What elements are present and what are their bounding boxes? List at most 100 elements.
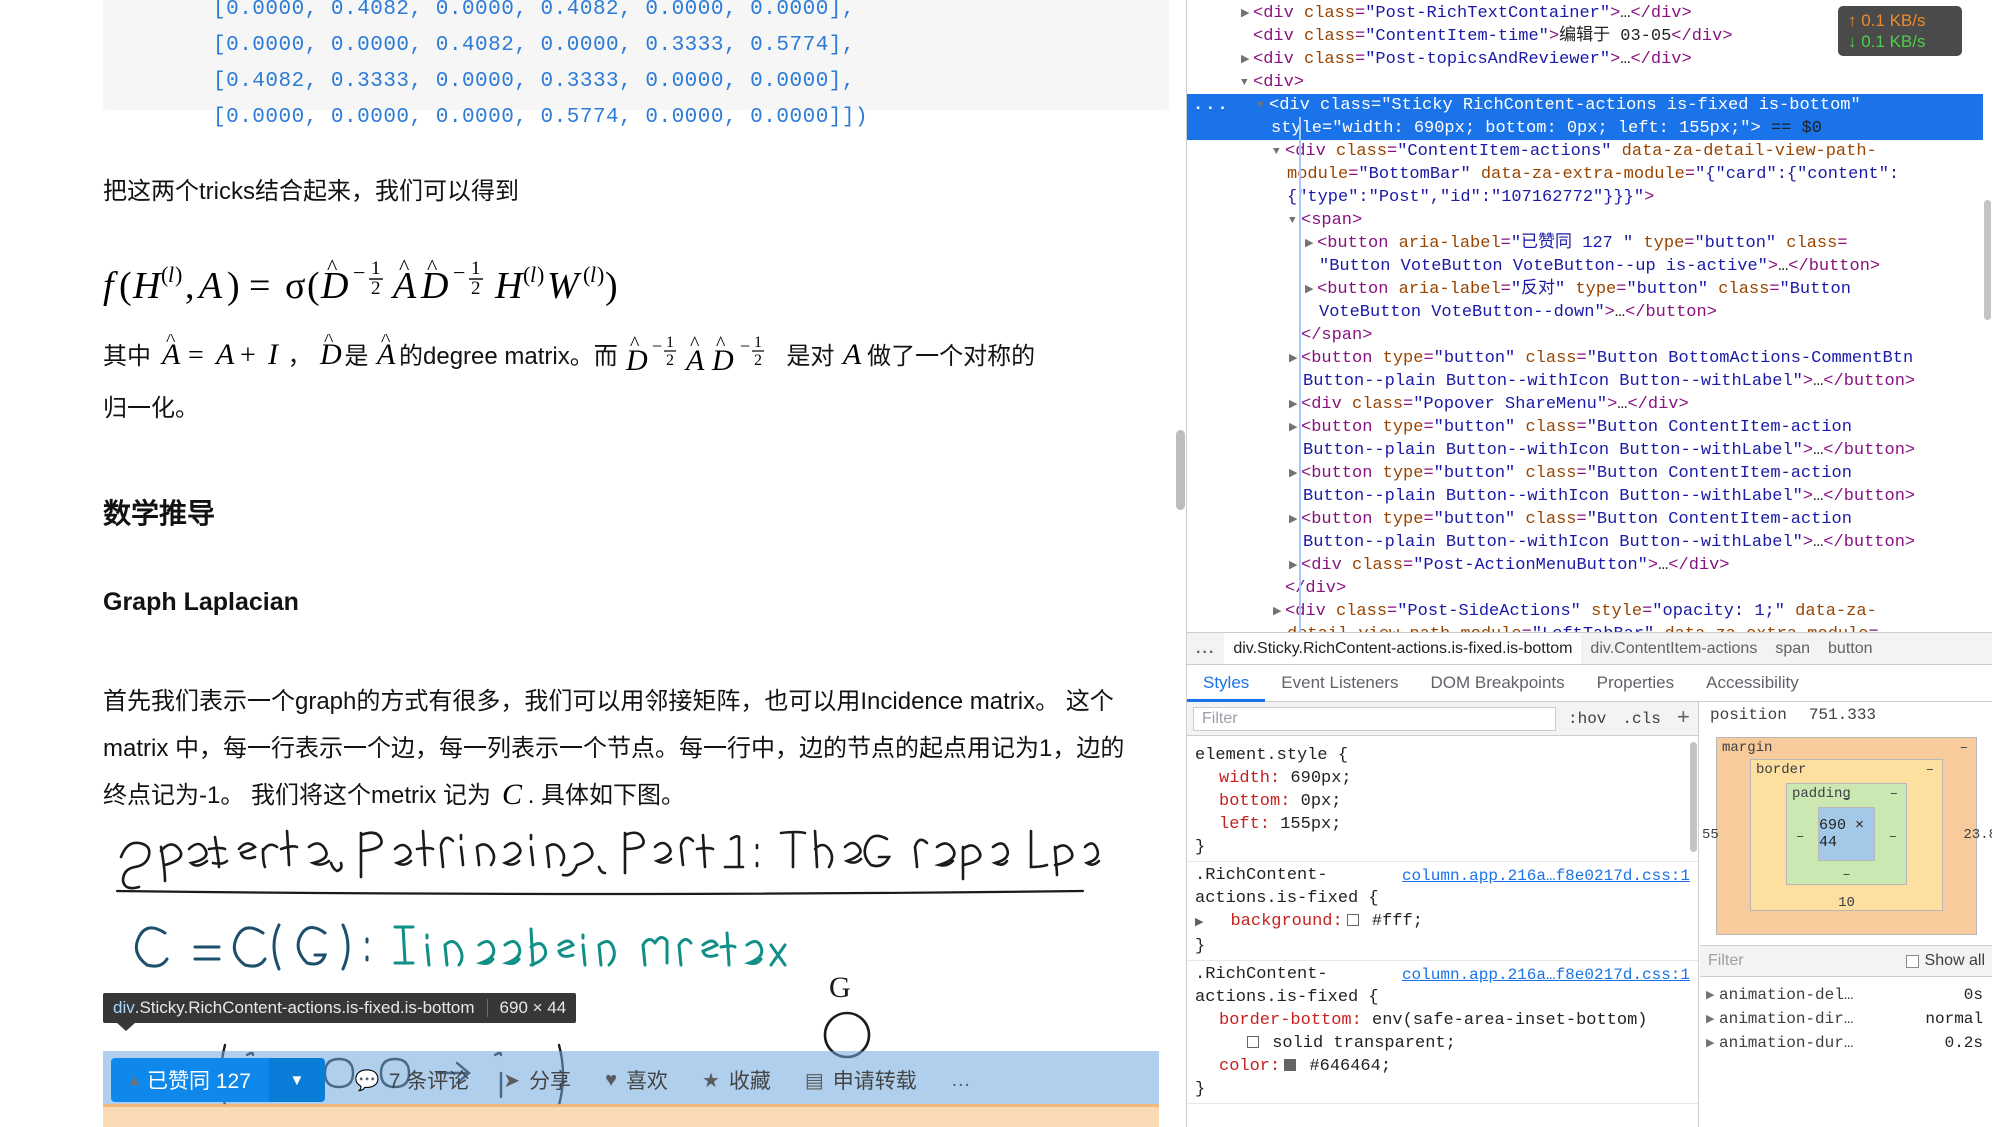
- disclosure-triangle-icon[interactable]: [1241, 3, 1253, 26]
- breadcrumb-overflow-icon[interactable]: ...: [1187, 633, 1224, 664]
- dom-node-line[interactable]: Button--plain Button--withIcon Button--w…: [1187, 370, 1992, 393]
- style-property-value[interactable]: 0px;: [1290, 792, 1342, 811]
- disclosure-triangle-icon[interactable]: ▶: [1706, 1012, 1719, 1026]
- tab-dom-breakpoints[interactable]: DOM Breakpoints: [1414, 665, 1580, 702]
- dom-node-line[interactable]: module="BottomBar" data-za-extra-module=…: [1187, 163, 1992, 186]
- breadcrumb-item[interactable]: button: [1819, 633, 1881, 664]
- dom-scrollbar-track[interactable]: [1983, 0, 1992, 632]
- dom-node-line[interactable]: <div class="Post-SideActions" style="opa…: [1187, 600, 1992, 623]
- style-property-name[interactable]: width:: [1195, 767, 1280, 790]
- style-declaration[interactable]: width: 690px;: [1195, 767, 1698, 790]
- dom-node-line[interactable]: <button type="button" class="Button Cont…: [1187, 462, 1992, 485]
- dom-node-line[interactable]: Button--plain Button--withIcon Button--w…: [1187, 485, 1992, 508]
- dom-node-line[interactable]: <div class="Popover ShareMenu">…</div>: [1187, 393, 1992, 416]
- tab-accessibility[interactable]: Accessibility: [1690, 665, 1815, 702]
- hov-toggle[interactable]: :hov: [1560, 710, 1614, 728]
- upvote-button[interactable]: ▲ 已赞同 127: [111, 1058, 269, 1102]
- color-swatch-icon[interactable]: [1284, 1059, 1297, 1071]
- computed-properties-list[interactable]: ▶ animation-del… 0s ▶ animation-dir… normal ▶ a…: [1700, 977, 1992, 1127]
- dom-node-line[interactable]: {"type":"Post","id":"107162772"}}}">: [1187, 186, 1992, 209]
- style-property-name[interactable]: color:: [1195, 1055, 1280, 1078]
- style-rule-selector[interactable]: element.style {: [1195, 744, 1698, 767]
- breadcrumb-item[interactable]: span: [1766, 633, 1819, 664]
- style-property-value[interactable]: #fff;: [1362, 912, 1423, 931]
- dom-node-line[interactable]: ... <div class="Sticky RichContent-action…: [1187, 94, 1992, 117]
- tab-event-listeners[interactable]: Event Listeners: [1265, 665, 1414, 702]
- style-declaration[interactable]: border-bottom: env(safe-area-inset-botto…: [1195, 1009, 1698, 1032]
- dom-node-line[interactable]: detail-view-path-module="LeftTabBar" dat…: [1187, 623, 1992, 632]
- tab-styles[interactable]: Styles: [1187, 665, 1265, 702]
- disclosure-triangle-icon[interactable]: ▶: [1706, 1036, 1719, 1050]
- show-all-toggle[interactable]: Show all: [1905, 952, 1992, 970]
- style-declaration[interactable]: ▶ background: #fff;: [1195, 910, 1698, 935]
- repost-button[interactable]: ▤ 申请转载: [805, 1065, 917, 1095]
- new-style-rule-button[interactable]: +: [1669, 706, 1698, 731]
- style-property-name[interactable]: left:: [1195, 813, 1270, 836]
- share-button[interactable]: ➤ 分享: [503, 1065, 571, 1095]
- style-property-value[interactable]: solid transparent;: [1262, 1034, 1456, 1053]
- styles-scrollbar-thumb[interactable]: [1690, 742, 1697, 852]
- disclosure-triangle-icon[interactable]: [1273, 601, 1285, 624]
- disclosure-triangle-icon[interactable]: ▶: [1706, 988, 1719, 1002]
- color-swatch-icon[interactable]: [1346, 914, 1359, 926]
- style-property-name[interactable]: bottom:: [1195, 790, 1290, 813]
- dom-node-line[interactable]: <div class="Post-ActionMenuButton">…</di…: [1187, 554, 1992, 577]
- disclosure-triangle-icon[interactable]: [1305, 233, 1317, 256]
- dom-node-line[interactable]: <div>: [1187, 71, 1992, 94]
- dom-tree[interactable]: <div class="Post-RichTextContainer">…</d…: [1187, 0, 1992, 632]
- page-scrollbar-track[interactable]: [1174, 0, 1186, 1127]
- dom-node-line[interactable]: <span>: [1187, 209, 1992, 232]
- computed-property-row[interactable]: ▶ animation-dir… normal: [1700, 1007, 1992, 1031]
- box-model-diagram[interactable]: margin – border – padding – 690 × 44 – –…: [1702, 731, 1992, 959]
- disclosure-triangle-icon[interactable]: [1241, 72, 1253, 95]
- disclosure-triangle-icon[interactable]: [1257, 95, 1269, 118]
- style-declaration[interactable]: left: 155px;: [1195, 813, 1698, 836]
- like-button[interactable]: ♥ 喜欢: [605, 1065, 668, 1095]
- style-rule-source-link[interactable]: column.app.216a…f8e0217d.css:1: [1402, 865, 1690, 888]
- style-rule[interactable]: column.app.216a…f8e0217d.css:1 .RichConte…: [1187, 862, 1698, 961]
- breadcrumb-item[interactable]: div.Sticky.RichContent-actions.is-fixed.…: [1224, 633, 1582, 664]
- cls-toggle[interactable]: .cls: [1614, 710, 1668, 728]
- dom-node-line[interactable]: Button--plain Button--withIcon Button--w…: [1187, 531, 1992, 554]
- computed-filter-input[interactable]: Filter: [1700, 952, 1906, 970]
- expand-arrow-icon[interactable]: ▶: [1195, 917, 1203, 929]
- style-property-value[interactable]: env(safe-area-inset-bottom): [1362, 1011, 1647, 1030]
- favorite-button[interactable]: ★ 收藏: [702, 1065, 771, 1095]
- dom-node-line[interactable]: <button aria-label="已赞同 127 " type="butt…: [1187, 232, 1992, 255]
- more-actions-button[interactable]: …: [951, 1069, 971, 1092]
- dom-node-line[interactable]: "Button VoteButton VoteButton--up is-act…: [1187, 255, 1992, 278]
- devtools-tabs[interactable]: Styles Event Listeners DOM Breakpoints Prop…: [1187, 665, 1992, 702]
- show-all-checkbox-icon[interactable]: [1905, 954, 1919, 968]
- style-property-name[interactable]: border-bottom:: [1195, 1009, 1362, 1032]
- dom-scrollbar-thumb[interactable]: [1984, 200, 1991, 320]
- dom-node-line[interactable]: </div>: [1187, 577, 1992, 600]
- downvote-button[interactable]: ▼: [268, 1058, 325, 1102]
- style-property-name[interactable]: background:: [1206, 910, 1342, 933]
- disclosure-triangle-icon[interactable]: [1241, 49, 1253, 72]
- style-property-value[interactable]: 690px;: [1280, 769, 1351, 788]
- disclosure-triangle-icon[interactable]: [1305, 279, 1317, 302]
- computed-property-row[interactable]: ▶ animation-del… 0s: [1700, 983, 1992, 1007]
- style-rule[interactable]: column.app.216a…f8e0217d.css:1 .RichConte…: [1187, 961, 1698, 1104]
- dom-node-line[interactable]: VoteButton VoteButton--down">…</button>: [1187, 301, 1992, 324]
- dom-node-line[interactable]: <button type="button" class="Button Cont…: [1187, 416, 1992, 439]
- color-swatch-icon[interactable]: [1247, 1036, 1259, 1048]
- dom-node-line[interactable]: <button type="button" class="Button Bott…: [1187, 347, 1992, 370]
- dom-node-line[interactable]: Button--plain Button--withIcon Button--w…: [1187, 439, 1992, 462]
- tab-properties[interactable]: Properties: [1581, 665, 1690, 702]
- breadcrumb[interactable]: ... div.Sticky.RichContent-actions.is-fix…: [1187, 632, 1992, 665]
- box-content[interactable]: 690 × 44: [1818, 807, 1875, 861]
- dom-node-line[interactable]: <button type="button" class="Button Cont…: [1187, 508, 1992, 531]
- style-property-value[interactable]: 155px;: [1270, 815, 1341, 834]
- dom-node-line[interactable]: <button aria-label="反对" type="button" cl…: [1187, 278, 1992, 301]
- dom-node-line[interactable]: <div class="ContentItem-actions" data-za…: [1187, 140, 1992, 163]
- styles-filter-input[interactable]: Filter: [1193, 706, 1556, 731]
- style-declaration[interactable]: color: #646464;: [1195, 1055, 1698, 1078]
- breadcrumb-item[interactable]: div.ContentItem-actions: [1581, 633, 1766, 664]
- dom-node-line[interactable]: </span>: [1187, 324, 1992, 347]
- style-rule[interactable]: element.style {width: 690px; bottom: 0px;…: [1187, 742, 1698, 862]
- disclosure-triangle-icon[interactable]: [1273, 141, 1285, 164]
- page-scrollbar-thumb[interactable]: [1176, 430, 1185, 510]
- style-declaration[interactable]: bottom: 0px;: [1195, 790, 1698, 813]
- comment-button[interactable]: 💬 7 条评论: [355, 1065, 469, 1095]
